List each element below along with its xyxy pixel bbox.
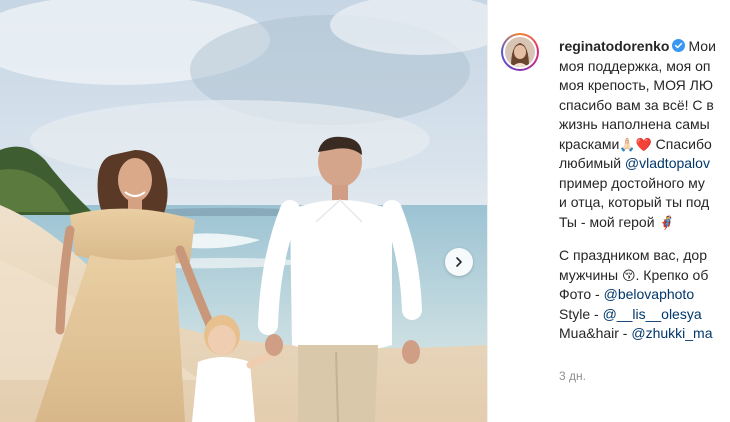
avatar[interactable] xyxy=(501,33,539,71)
caption-line: пример достойного му xyxy=(559,174,705,191)
mention-link[interactable]: @vladtopalov xyxy=(625,155,710,171)
caption-text: любимый xyxy=(559,155,622,171)
credit-label: Фото - xyxy=(559,286,604,302)
caption-line: моя крепость, МОЯ ЛЮ xyxy=(559,77,714,93)
caption-text: . Крепко об xyxy=(635,266,709,283)
post-photo[interactable] xyxy=(0,0,487,422)
heart-emoji: ❤️ xyxy=(635,136,652,152)
chevron-right-icon xyxy=(456,257,462,267)
post-caption: reginatodorenko Мои моя поддержка, моя оп… xyxy=(559,37,730,344)
mention-link[interactable]: @belovaphoto xyxy=(604,286,695,302)
mention-link[interactable]: @zhukki_ma xyxy=(631,325,712,341)
caption-text: мужчины xyxy=(559,266,619,283)
credit-label: Mua&hair - xyxy=(559,325,632,341)
caption-text: Мои xyxy=(688,38,716,54)
caption-text: Спасибо xyxy=(655,135,712,152)
hero-emoji: 🦸 xyxy=(658,214,675,230)
caption-text: красками xyxy=(559,135,620,152)
caption-line: жизнь наполнена самы xyxy=(559,116,710,132)
username-link[interactable]: reginatodorenko xyxy=(559,38,669,54)
caption-line: С праздником вас, дор xyxy=(559,247,707,263)
kiss-emoji: 😚 xyxy=(621,267,636,283)
post-timestamp[interactable]: 3 дн. xyxy=(559,369,586,383)
caption-text: Ты - мой герой xyxy=(559,213,655,230)
caption-line: и отца, который ты под xyxy=(559,194,710,210)
avatar-image xyxy=(505,37,535,67)
beach-family-photo xyxy=(0,0,487,422)
post-caption-panel: reginatodorenko Мои моя поддержка, моя оп… xyxy=(487,0,730,422)
pray-emoji: 🙏🏻 xyxy=(619,136,636,152)
next-photo-button[interactable] xyxy=(445,248,473,276)
caption-line: моя поддержка, моя оп xyxy=(559,57,711,74)
verified-badge-icon xyxy=(672,38,686,52)
caption-line: спасибо вам за всё! С в xyxy=(559,96,714,113)
mention-link[interactable]: @__lis__olesya xyxy=(603,306,702,322)
credit-label: Style - xyxy=(559,305,603,322)
